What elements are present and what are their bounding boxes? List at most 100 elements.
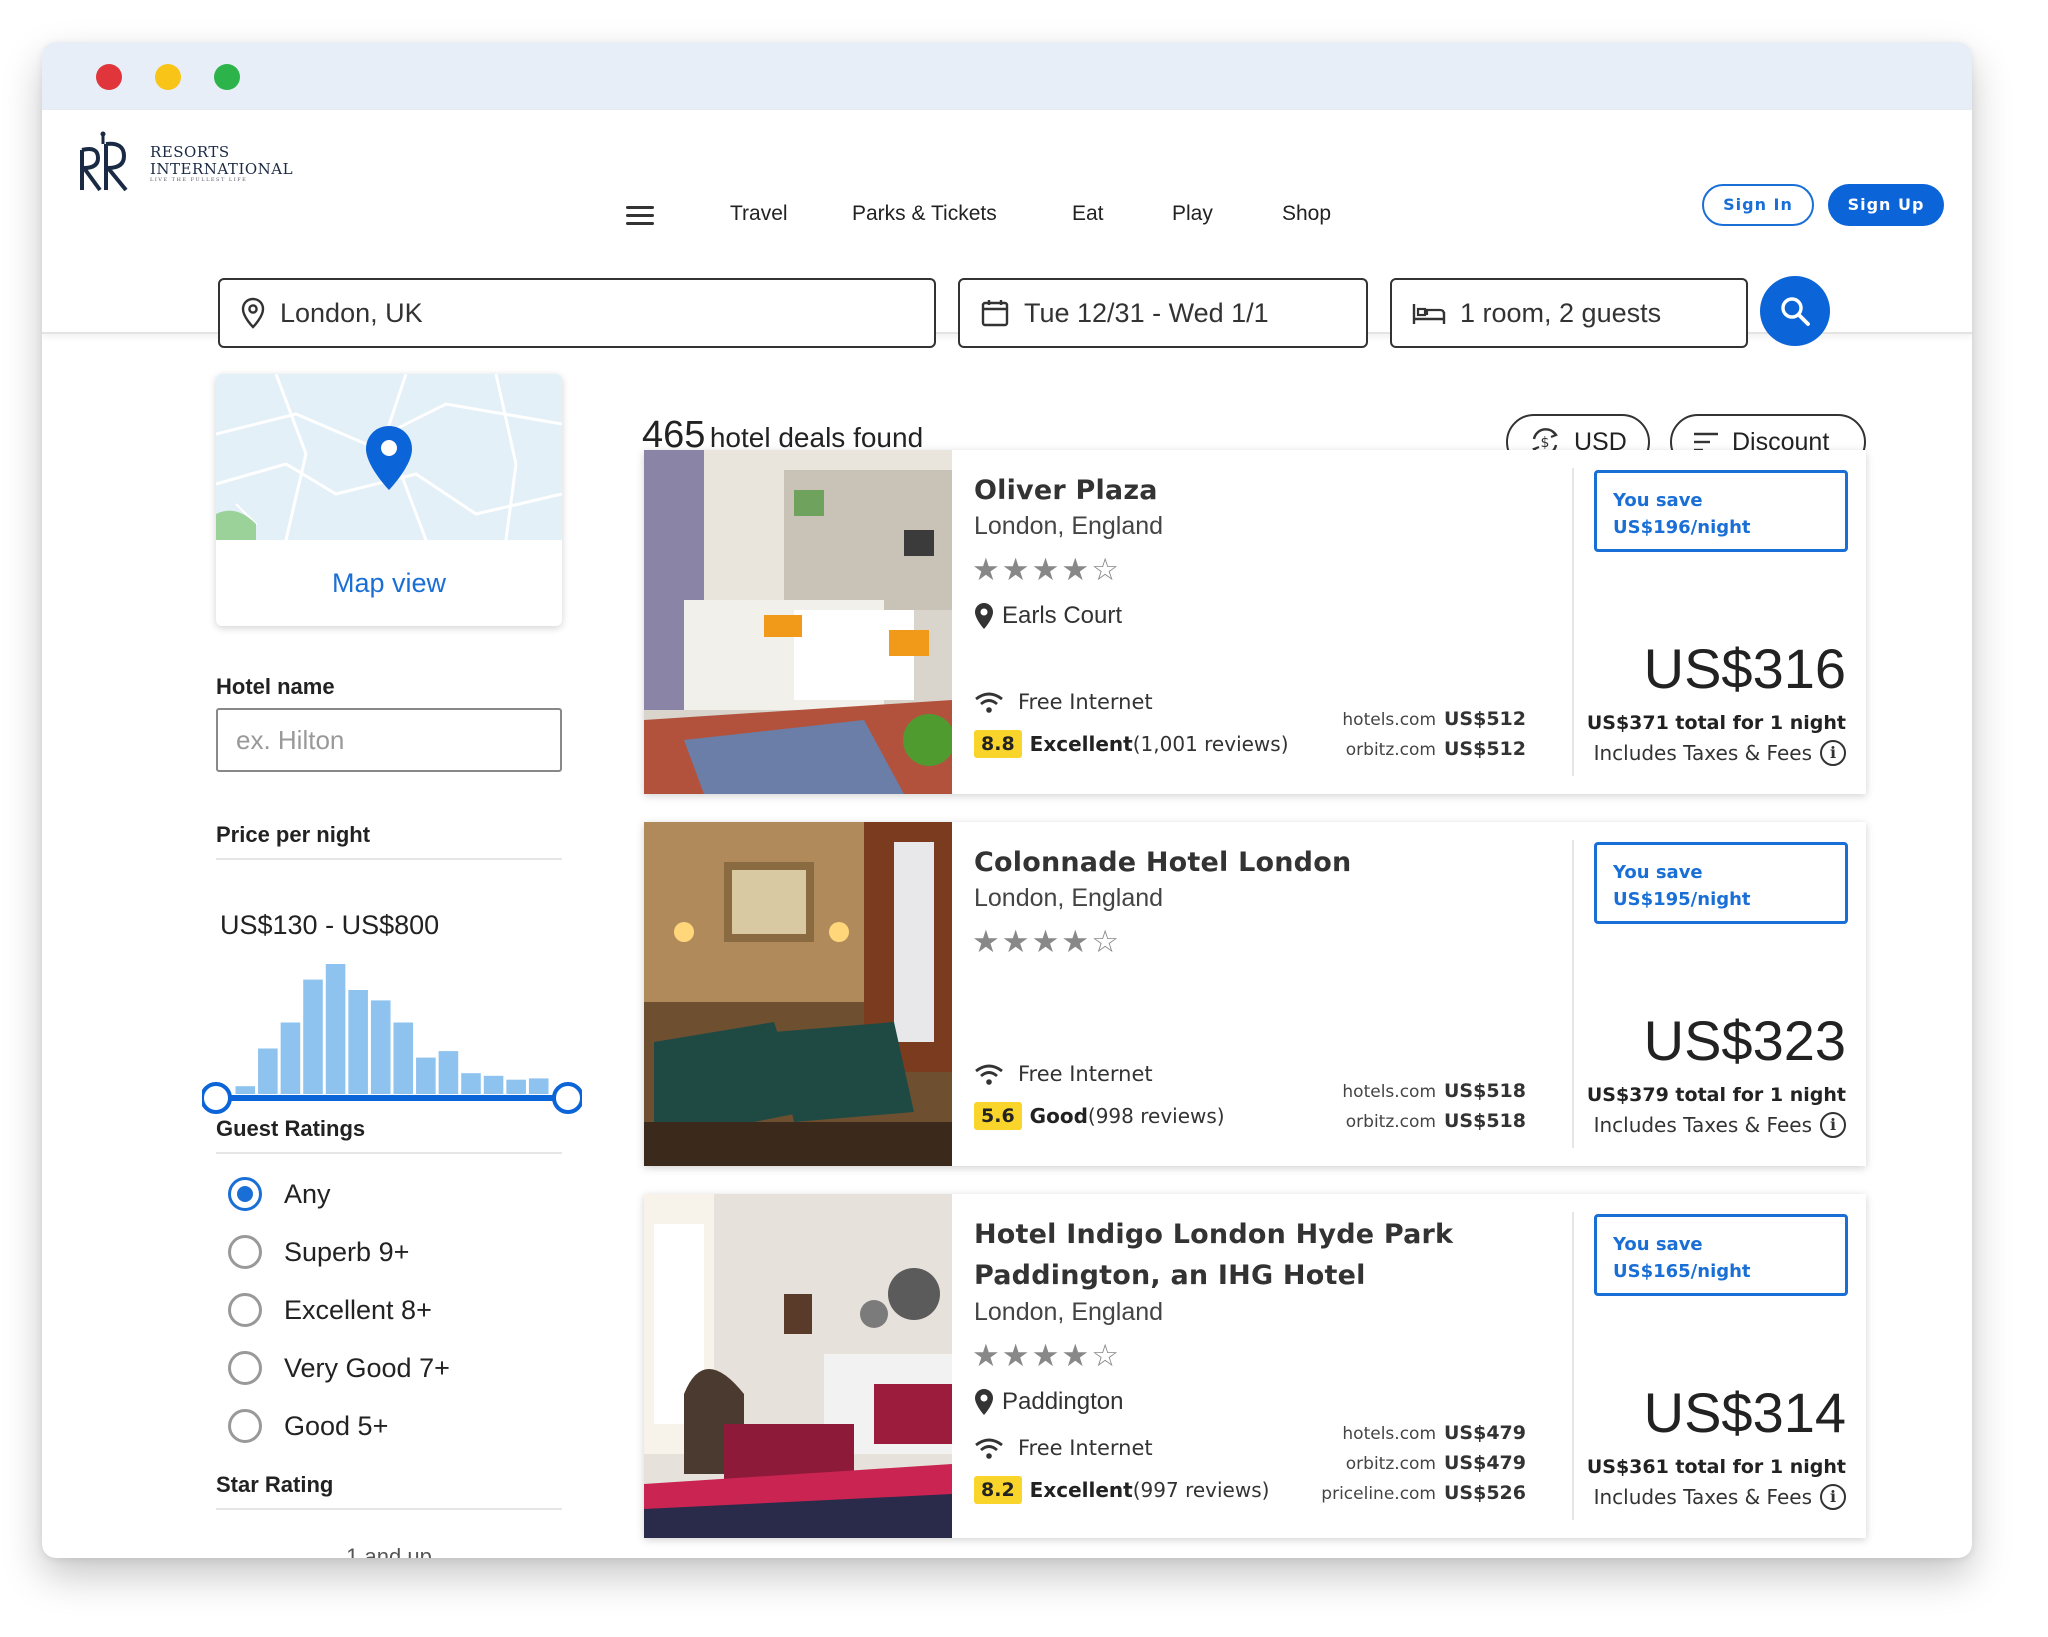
hotel-card[interactable]: Oliver Plaza London, England ★★★★☆ Earls… [644, 450, 1866, 794]
sign-up-button[interactable]: Sign Up [1828, 184, 1944, 226]
provider-price: US$512 [1444, 708, 1526, 730]
guest-rating-excellent[interactable]: Excellent 8+ [228, 1290, 432, 1330]
histogram-bar [416, 1057, 436, 1094]
guest-rating-any[interactable]: Any [228, 1174, 331, 1214]
location-pin-icon [975, 603, 993, 629]
divider [1572, 468, 1574, 776]
nav-travel[interactable]: Travel [730, 202, 788, 226]
radio-label: Very Good 7+ [284, 1352, 450, 1383]
star-outline-icon: ☆ [1091, 1338, 1121, 1374]
radio-button[interactable] [228, 1177, 262, 1211]
price-min-handle[interactable] [202, 1082, 232, 1114]
review-count[interactable]: (998 reviews) [1088, 1104, 1225, 1128]
dates-input[interactable]: Tue 12/31 - Wed 1/1 [958, 278, 1368, 348]
provider-price-row[interactable]: hotels.com US$518 [1342, 1076, 1526, 1106]
brand-line-2: INTERNATIONAL [150, 160, 294, 179]
map-view-card[interactable]: Map view [216, 374, 562, 626]
dates-value: Tue 12/31 - Wed 1/1 [1024, 297, 1269, 328]
star-icon: ★ [1001, 924, 1032, 960]
map-view-link[interactable]: Map view [216, 540, 562, 626]
guests-input[interactable]: 1 room, 2 guests [1390, 278, 1748, 348]
provider-price: US$518 [1444, 1110, 1526, 1132]
sign-in-button[interactable]: Sign In [1702, 184, 1814, 226]
minimize-window-button[interactable] [155, 64, 181, 90]
info-icon[interactable]: i [1820, 1484, 1846, 1510]
hotel-photo[interactable] [644, 450, 952, 794]
price-per-night-heading: Price per night [216, 822, 371, 847]
brand-line-1: RESORTS [150, 142, 230, 161]
provider-site: hotels.com [1342, 1424, 1436, 1444]
provider-site: orbitz.com [1345, 1454, 1436, 1474]
hotel-card[interactable]: Colonnade Hotel London London, England ★… [644, 822, 1866, 1166]
svg-text:$: $ [1541, 435, 1550, 451]
radio-button[interactable] [228, 1351, 262, 1385]
nav-play[interactable]: Play [1172, 202, 1213, 226]
nav-shop[interactable]: Shop [1282, 202, 1331, 226]
provider-price-row[interactable]: orbitz.com US$512 [1342, 734, 1526, 764]
hotel-name[interactable]: Oliver Plaza [974, 470, 1158, 511]
histogram-bar [325, 964, 346, 1094]
provider-site: orbitz.com [1345, 1112, 1436, 1132]
provider-site: hotels.com [1342, 710, 1436, 730]
star-icon: ★ [972, 1338, 1002, 1374]
savings-amount: US$195/night [1613, 889, 1751, 910]
price-histogram [202, 964, 582, 1114]
nightly-price[interactable]: US$316 [1644, 636, 1846, 701]
hotel-photo[interactable] [644, 1194, 952, 1538]
hotel-name[interactable]: Hotel Indigo London Hyde Park Paddington… [974, 1214, 1453, 1296]
search-button[interactable] [1760, 276, 1830, 346]
radio-button[interactable] [228, 1409, 262, 1443]
hotel-name[interactable]: Colonnade Hotel London [974, 842, 1351, 883]
histogram-bar [303, 979, 323, 1094]
hotel-name-input[interactable]: ex. Hilton [216, 708, 562, 772]
rating-word: Excellent [1029, 1478, 1133, 1502]
brand-logo[interactable]: RESORTS INTERNATIONAL LIVE THE FULLEST L… [76, 128, 293, 200]
info-icon[interactable]: i [1820, 740, 1846, 766]
radio-button[interactable] [228, 1293, 262, 1327]
provider-price: US$526 [1444, 1482, 1526, 1504]
savings-badge: You save US$195/night [1594, 842, 1848, 924]
histogram-bar [258, 1048, 278, 1094]
histogram-bar [438, 1051, 459, 1094]
radio-label: Any [284, 1178, 331, 1209]
price-max-handle[interactable] [552, 1082, 582, 1114]
location-input[interactable]: London, UK [218, 278, 936, 348]
nav-parks-tickets[interactable]: Parks & Tickets [852, 202, 997, 226]
star-icon: ★ [972, 552, 1002, 588]
guest-score: 8.8 Excellent (1,001 reviews) [974, 730, 1289, 758]
provider-price-row[interactable]: hotels.com US$512 [1342, 704, 1526, 734]
amenity-label: Free Internet [1018, 690, 1153, 714]
guest-rating-superb[interactable]: Superb 9+ [228, 1232, 409, 1272]
review-count[interactable]: (1,001 reviews) [1133, 732, 1289, 756]
maximize-window-button[interactable] [214, 64, 240, 90]
info-icon[interactable]: i [1820, 1112, 1846, 1138]
hamburger-menu-icon[interactable] [626, 206, 654, 228]
histogram-bar [370, 1000, 391, 1094]
provider-price-row[interactable]: orbitz.com US$479 [1321, 1448, 1526, 1478]
provider-price-row[interactable]: priceline.com US$526 [1321, 1478, 1526, 1508]
results-count-text: hotel deals found [709, 422, 924, 453]
hotel-neighborhood: Paddington [974, 1388, 1123, 1416]
guest-rating-good[interactable]: Good 5+ [228, 1406, 388, 1446]
star-icon: ★ [1061, 552, 1092, 588]
nightly-price[interactable]: US$323 [1644, 1008, 1846, 1073]
brand-tagline: LIVE THE FULLEST LIFE [150, 177, 248, 184]
score-badge: 5.6 [974, 1102, 1022, 1130]
guest-rating-very-good[interactable]: Very Good 7+ [228, 1348, 450, 1388]
hotel-photo[interactable] [644, 822, 952, 1166]
nightly-price[interactable]: US$314 [1644, 1380, 1846, 1445]
provider-price-row[interactable]: orbitz.com US$518 [1342, 1106, 1526, 1136]
taxes-label: Includes Taxes & Fees [1593, 1113, 1812, 1137]
provider-price: US$479 [1444, 1452, 1526, 1474]
browser-window: RESORTS INTERNATIONAL LIVE THE FULLEST L… [42, 42, 1972, 1558]
star-rating: ★★★★☆ [972, 1338, 1121, 1374]
savings-badge: You save US$196/night [1594, 470, 1848, 552]
location-value: London, UK [280, 297, 423, 328]
star-rating-value[interactable]: 1 and up [216, 1544, 562, 1558]
radio-button[interactable] [228, 1235, 262, 1269]
review-count[interactable]: (997 reviews) [1133, 1478, 1270, 1502]
hotel-card[interactable]: Hotel Indigo London Hyde Park Paddington… [644, 1194, 1866, 1538]
nav-eat[interactable]: Eat [1072, 202, 1104, 226]
close-window-button[interactable] [96, 64, 122, 90]
provider-price-row[interactable]: hotels.com US$479 [1321, 1418, 1526, 1448]
